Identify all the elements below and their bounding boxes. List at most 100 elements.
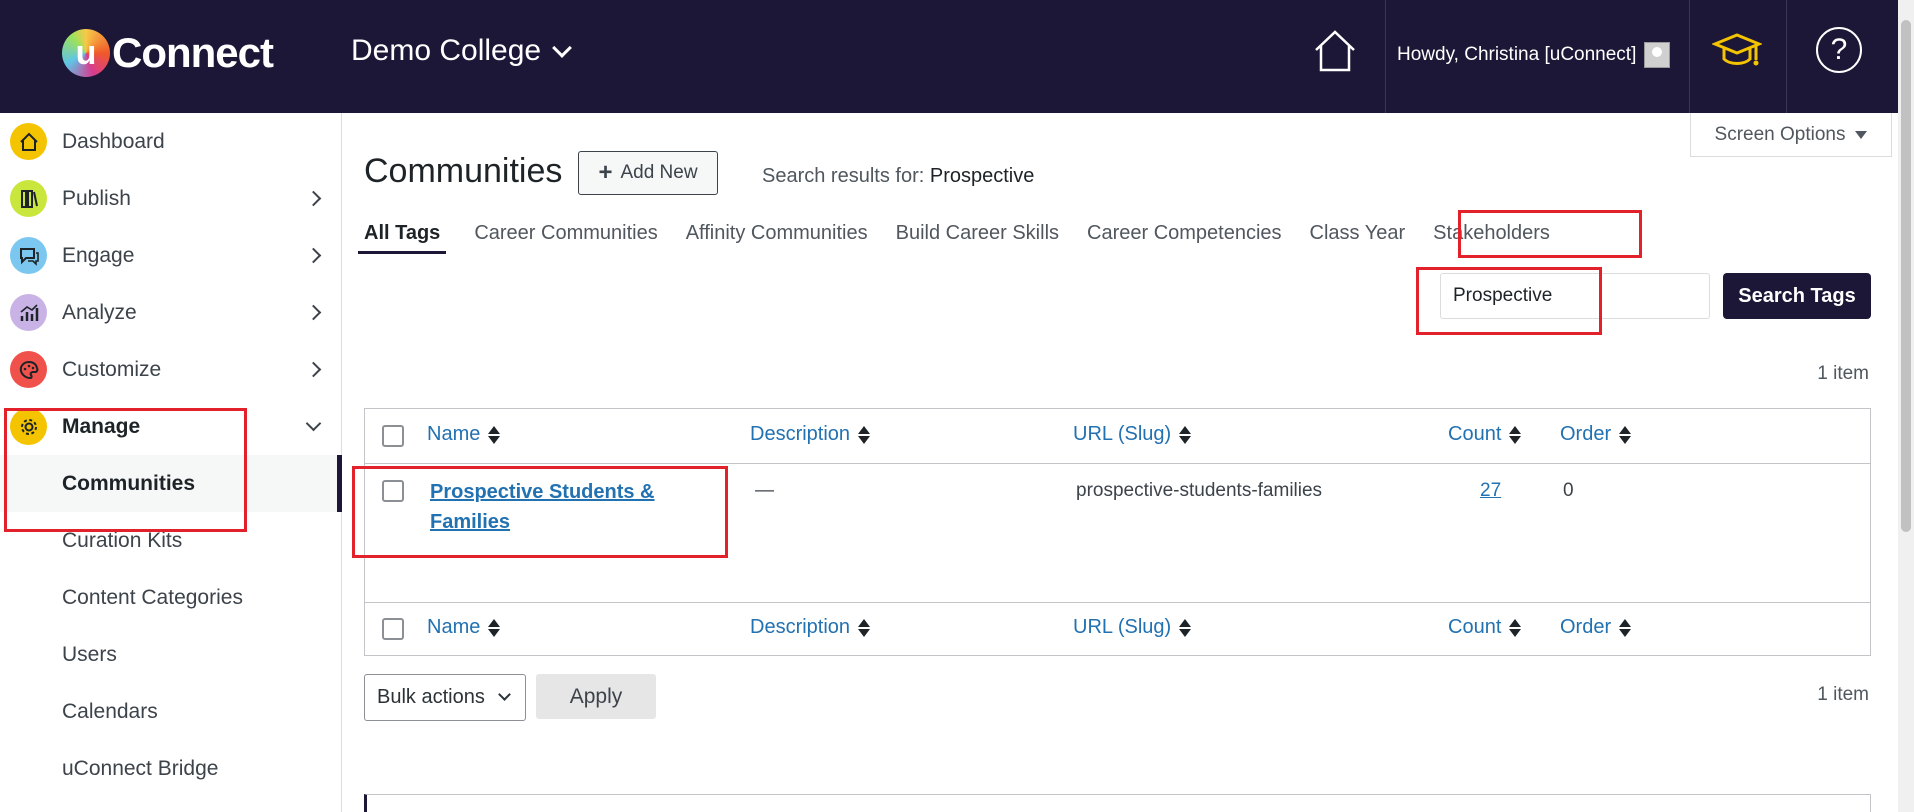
sort-icon — [1619, 618, 1632, 637]
sidebar-subitem-label: Communities — [62, 471, 196, 495]
add-new-button[interactable]: + Add New — [578, 151, 718, 195]
page-scrollbar[interactable] — [1898, 0, 1914, 812]
select-all-checkbox[interactable] — [382, 425, 404, 447]
sidebar-item-customize[interactable]: Customize — [0, 341, 342, 398]
tab-career-communities[interactable]: Career Communities — [474, 222, 657, 254]
divider — [1786, 0, 1787, 113]
sort-icon — [1619, 425, 1632, 444]
sidebar-subitem-label: Users — [62, 642, 117, 666]
tab-all-tags[interactable]: All Tags — [358, 222, 447, 254]
books-icon — [10, 180, 47, 217]
sort-icon — [858, 425, 871, 444]
column-header-slug[interactable]: URL (Slug) — [1073, 423, 1192, 446]
sidebar-subitem-users[interactable]: Users — [0, 626, 342, 683]
home-icon[interactable] — [1310, 26, 1360, 76]
sort-icon — [1179, 618, 1192, 637]
sidebar-item-engage[interactable]: Engage — [0, 227, 342, 284]
table-row: Prospective Students & Families — prospe… — [365, 464, 1870, 602]
sidebar-subitem-curation-kits[interactable]: Curation Kits — [0, 512, 342, 569]
search-tags-input[interactable] — [1440, 273, 1710, 319]
avatar — [1644, 42, 1671, 68]
howdy-label: Howdy, Christina [uConnect] — [1397, 44, 1637, 65]
sidebar-subitem-content-categories[interactable]: Content Categories — [0, 569, 342, 626]
plus-icon: + — [598, 159, 613, 186]
column-footer-slug[interactable]: URL (Slug) — [1073, 616, 1192, 639]
graduation-cap-icon[interactable] — [1711, 26, 1763, 76]
add-new-label: Add New — [620, 162, 698, 183]
tag-tabs: All Tags Career Communities Affinity Com… — [358, 222, 1578, 254]
sidebar-item-manage[interactable]: Manage — [0, 398, 342, 455]
tab-build-career-skills[interactable]: Build Career Skills — [896, 222, 1059, 254]
column-header-description[interactable]: Description — [750, 423, 871, 446]
sidebar-item-label: Customize — [62, 357, 162, 381]
home-icon — [10, 123, 47, 160]
lower-panel — [364, 794, 1871, 812]
sort-icon — [1509, 425, 1522, 444]
tab-stakeholders[interactable]: Stakeholders — [1433, 222, 1550, 254]
sidebar-item-label: Engage — [62, 243, 135, 267]
tab-affinity-communities[interactable]: Affinity Communities — [686, 222, 868, 254]
chevron-right-icon — [305, 304, 322, 321]
item-count-bottom: 1 item — [1817, 684, 1869, 705]
sort-icon — [1509, 618, 1522, 637]
user-menu[interactable]: Howdy, Christina [uConnect] — [1397, 42, 1671, 68]
sidebar-subitem-label: uConnect Bridge — [62, 756, 219, 780]
community-name-link[interactable]: Prospective Students & Families — [430, 477, 690, 537]
sidebar: Dashboard Publish Engage Analyze Customi… — [0, 113, 342, 812]
bulk-actions-label: Bulk actions — [377, 686, 485, 708]
column-footer-name[interactable]: Name — [427, 616, 501, 639]
sidebar-item-label: Analyze — [62, 300, 137, 324]
column-label: URL (Slug) — [1073, 616, 1172, 638]
sidebar-item-label: Manage — [62, 414, 141, 438]
screen-options-button[interactable]: Screen Options — [1690, 113, 1892, 157]
chevron-right-icon — [305, 247, 322, 264]
help-icon[interactable]: ? — [1816, 27, 1862, 73]
community-order: 0 — [1563, 480, 1574, 501]
apply-button[interactable]: Apply — [536, 674, 656, 719]
community-count-link[interactable]: 27 — [1480, 480, 1501, 502]
column-footer-count[interactable]: Count — [1448, 616, 1522, 639]
sort-icon — [488, 618, 501, 637]
sidebar-subitem-label: Calendars — [62, 699, 158, 723]
table-header-row: Name Description URL (Slug) Count Order — [365, 409, 1870, 464]
search-tags-button[interactable]: Search Tags — [1723, 273, 1871, 319]
row-checkbox[interactable] — [382, 480, 404, 502]
search-results-text: Search results for: Prospective — [762, 165, 1034, 188]
column-footer-order[interactable]: Order — [1560, 616, 1632, 639]
top-bar: u Connect Demo College Howdy, Christina … — [0, 0, 1914, 113]
sidebar-subitem-calendars[interactable]: Calendars — [0, 683, 342, 740]
column-footer-description[interactable]: Description — [750, 616, 871, 639]
sidebar-subitem-communities[interactable]: Communities — [0, 455, 342, 512]
sidebar-item-analyze[interactable]: Analyze — [0, 284, 342, 341]
search-results-term: Prospective — [929, 165, 1035, 187]
sort-icon — [1179, 425, 1192, 444]
sort-icon — [858, 618, 871, 637]
table-footer-row: Name Description URL (Slug) Count Order — [365, 602, 1870, 655]
tab-career-competencies[interactable]: Career Competencies — [1087, 222, 1282, 254]
caret-down-icon — [1855, 130, 1868, 139]
select-all-checkbox[interactable] — [382, 618, 404, 640]
uconnect-logo[interactable]: u Connect — [62, 28, 274, 78]
college-switcher[interactable]: Demo College — [351, 34, 572, 68]
column-header-name[interactable]: Name — [427, 423, 501, 446]
scrollbar-thumb[interactable] — [1901, 20, 1911, 532]
community-slug: prospective-students-families — [1076, 480, 1323, 501]
sidebar-subitem-label: Curation Kits — [62, 528, 183, 552]
column-label: Description — [750, 423, 851, 445]
search-results-prefix: Search results for: — [762, 165, 925, 187]
column-label: Order — [1560, 423, 1612, 445]
tab-class-year[interactable]: Class Year — [1310, 222, 1406, 254]
chevron-down-icon — [498, 688, 511, 701]
sidebar-item-dashboard[interactable]: Dashboard — [0, 113, 342, 170]
sidebar-item-publish[interactable]: Publish — [0, 170, 342, 227]
column-header-order[interactable]: Order — [1560, 423, 1632, 446]
divider — [1689, 0, 1690, 113]
sidebar-item-label: Publish — [62, 186, 131, 210]
screen-options-label: Screen Options — [1714, 123, 1846, 145]
college-name: Demo College — [351, 34, 542, 67]
sidebar-subitem-uconnect-bridge[interactable]: uConnect Bridge — [0, 740, 342, 797]
palette-icon — [10, 351, 47, 388]
bulk-actions-select[interactable]: Bulk actions — [364, 674, 526, 721]
sidebar-subitem-label: Content Categories — [62, 585, 243, 609]
column-header-count[interactable]: Count — [1448, 423, 1522, 446]
